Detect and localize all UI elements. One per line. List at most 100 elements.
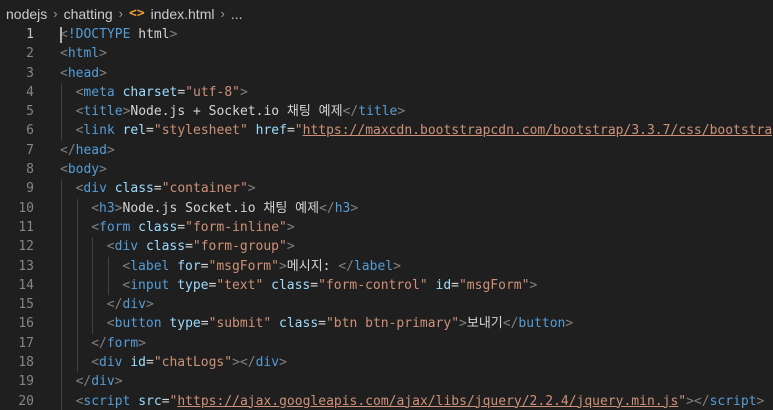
- punctuation-token: ></: [686, 393, 710, 409]
- punctuation-token: >: [99, 65, 107, 81]
- code-text: </form>: [91, 334, 146, 353]
- punctuation-token: >: [138, 335, 146, 351]
- punctuation-token: <: [60, 65, 68, 81]
- code-line[interactable]: 7 </head>: [0, 141, 773, 160]
- tag-token: link: [83, 123, 115, 139]
- punctuation-token: >: [397, 104, 406, 120]
- code-line[interactable]: 4 <meta charset="utf-8">: [0, 82, 773, 103]
- code-line[interactable]: 13 <label for="msgForm">메시지: </label>: [0, 256, 773, 276]
- tag-token: meta: [83, 84, 115, 100]
- attribute-token: type: [177, 277, 209, 293]
- url-token: https://maxcdn.bootstrapcdn.com/bootstra…: [302, 123, 773, 139]
- punctuation-token: <: [91, 355, 100, 371]
- indent-guide: [61, 198, 62, 218]
- text-token: =: [318, 316, 326, 332]
- indent-guide: [76, 217, 78, 238]
- code-line[interactable]: 12 <div class="form-group">: [0, 237, 773, 257]
- code-line[interactable]: 3 <head>: [0, 64, 773, 83]
- text-token: Node.js Socket.io 채팅 예제: [122, 200, 320, 216]
- code-line[interactable]: 1 <!DOCTYPE html>: [0, 25, 773, 44]
- tag-token: div: [83, 181, 107, 197]
- tag-token: head: [75, 142, 107, 158]
- punctuation-token: <: [106, 316, 115, 332]
- code-text: <title>Node.js + Socket.io 채팅 예제</title>: [76, 102, 406, 121]
- code-line[interactable]: 8 <body>: [0, 160, 773, 179]
- code-line[interactable]: 17 </form>: [0, 333, 773, 354]
- code-line[interactable]: 20 <script src="https://ajax.googleapis.c…: [0, 391, 773, 410]
- code-line[interactable]: 9 <div class="container">: [0, 179, 773, 199]
- line-number: 5: [26, 104, 34, 120]
- indent-guide: [92, 275, 94, 296]
- code-line[interactable]: 15 </div>: [0, 295, 773, 315]
- line-number: 19: [18, 374, 34, 390]
- tag-token: div: [99, 355, 123, 371]
- string-token: "text": [216, 277, 264, 293]
- html-file-icon: <>: [129, 6, 145, 21]
- punctuation-token: >: [114, 200, 123, 216]
- punctuation-token: </: [75, 374, 92, 390]
- line-number: 8: [26, 162, 34, 178]
- code-text: <body>: [60, 160, 107, 179]
- code-line[interactable]: 10 <h3>Node.js Socket.io 채팅 예제</h3>: [0, 198, 773, 218]
- string-token: "chatLogs": [153, 355, 233, 371]
- tag-token: input: [130, 277, 170, 293]
- breadcrumb-folder-nodejs[interactable]: nodejs: [6, 6, 47, 22]
- indent-guide: [61, 333, 62, 354]
- code-line[interactable]: 2 <html>: [0, 44, 773, 63]
- indent-guide: [76, 295, 78, 315]
- indent-guide: [61, 102, 62, 122]
- code-line[interactable]: 14 <input type="text" class="form-control…: [0, 275, 773, 296]
- code-line[interactable]: 19 </div>: [0, 372, 773, 392]
- indent-guide: [76, 256, 78, 276]
- text-token: Node.js + Socket.io 채팅 예제: [130, 104, 343, 120]
- string-token: "msgForm": [458, 277, 530, 293]
- code-text: <link rel="stylesheet" href="https://max…: [76, 121, 773, 140]
- chevron-right-icon: ›: [118, 6, 123, 21]
- breadcrumb: nodejs › chatting › <> index.html › ...: [0, 0, 773, 27]
- code-line[interactable]: 18 <div id="chatLogs"></div>: [0, 353, 773, 373]
- code-editor[interactable]: nodejs › chatting › <> index.html › ... …: [0, 0, 773, 410]
- line-number: 4: [26, 84, 34, 100]
- tag-token: button: [518, 316, 566, 332]
- tag-token: body: [67, 162, 100, 178]
- indent-guide: [76, 237, 78, 257]
- string-token: "form-group": [192, 239, 287, 255]
- text-cursor: [60, 27, 62, 43]
- breadcrumb-symbols[interactable]: ...: [231, 6, 243, 22]
- code-line[interactable]: 5 <title>Node.js + Socket.io 채팅 예제</title…: [0, 102, 773, 122]
- code-line[interactable]: 11 <form class="form-inline">: [0, 217, 773, 238]
- text-token: =: [153, 181, 162, 197]
- line-number: 2: [26, 46, 34, 62]
- indent-guide: [76, 353, 78, 373]
- breadcrumb-file-index-html[interactable]: index.html: [151, 6, 215, 22]
- code-text: <head>: [60, 64, 107, 83]
- line-number: 15: [18, 297, 34, 313]
- code-text: <button type="submit" class="btn btn-pri…: [107, 314, 573, 333]
- tag-token: label: [130, 258, 170, 274]
- code-line[interactable]: 16 <button type="submit" class="btn btn-p…: [0, 314, 773, 334]
- attribute-token: type: [169, 316, 201, 332]
- line-number: 13: [18, 258, 34, 274]
- code-text: <input type="text" class="form-control" …: [122, 276, 537, 295]
- code-line[interactable]: 6 <link rel="stylesheet" href="https://ma…: [0, 121, 773, 141]
- text-token: =: [145, 355, 154, 371]
- tag-token: div: [122, 297, 146, 313]
- line-number: 20: [18, 393, 34, 409]
- indent-guide: [92, 237, 94, 257]
- code-text: <!DOCTYPE html>: [60, 25, 177, 44]
- code-text: <form class="form-inline">: [91, 218, 295, 237]
- punctuation-token: </: [338, 258, 354, 274]
- breadcrumb-folder-chatting[interactable]: chatting: [64, 6, 113, 22]
- punctuation-token: >: [106, 142, 115, 158]
- indent-guide: [61, 295, 62, 315]
- punctuation-token: </: [60, 142, 76, 158]
- line-number: 17: [18, 335, 34, 351]
- text-token: =: [200, 258, 209, 274]
- chevron-right-icon: ›: [220, 6, 225, 21]
- attribute-token: class: [114, 181, 154, 197]
- code-area[interactable]: 1 <!DOCTYPE html> 2 <html> 3 <head> 4 <meta cha…: [0, 25, 773, 410]
- code-text: <div class="form-group">: [107, 237, 295, 256]
